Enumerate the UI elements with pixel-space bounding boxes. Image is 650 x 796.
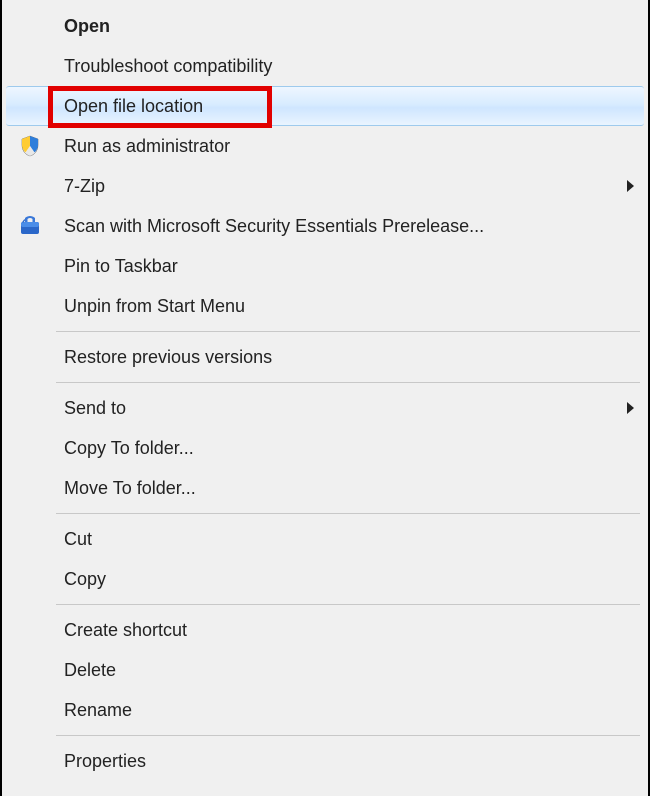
- context-menu: Open Troubleshoot compatibility Open fil…: [0, 0, 650, 796]
- menu-item-label: Run as administrator: [64, 136, 230, 157]
- menu-item-label: Scan with Microsoft Security Essentials …: [64, 216, 484, 237]
- menu-item-restore-previous-versions[interactable]: Restore previous versions: [2, 337, 648, 377]
- menu-item-create-shortcut[interactable]: Create shortcut: [2, 610, 648, 650]
- chevron-right-icon: [627, 180, 634, 192]
- shield-icon: [16, 132, 44, 160]
- menu-item-cut[interactable]: Cut: [2, 519, 648, 559]
- menu-item-label: Open file location: [64, 96, 203, 117]
- menu-item-label: Open: [64, 16, 110, 37]
- mse-icon: [16, 212, 44, 240]
- menu-item-pin-to-taskbar[interactable]: Pin to Taskbar: [2, 246, 648, 286]
- menu-item-label: Rename: [64, 700, 132, 721]
- menu-item-unpin-start-menu[interactable]: Unpin from Start Menu: [2, 286, 648, 326]
- menu-separator: [56, 382, 640, 383]
- menu-item-open[interactable]: Open: [2, 6, 648, 46]
- menu-item-label: Copy: [64, 569, 106, 590]
- chevron-right-icon: [627, 402, 634, 414]
- menu-item-troubleshoot-compatibility[interactable]: Troubleshoot compatibility: [2, 46, 648, 86]
- menu-item-copy-to-folder[interactable]: Copy To folder...: [2, 428, 648, 468]
- menu-item-label: Create shortcut: [64, 620, 187, 641]
- menu-item-label: Send to: [64, 398, 126, 419]
- menu-item-label: Restore previous versions: [64, 347, 272, 368]
- menu-item-label: 7-Zip: [64, 176, 105, 197]
- menu-item-label: Cut: [64, 529, 92, 550]
- menu-item-label: Pin to Taskbar: [64, 256, 178, 277]
- menu-item-7zip[interactable]: 7-Zip: [2, 166, 648, 206]
- menu-item-label: Copy To folder...: [64, 438, 194, 459]
- menu-item-scan-mse[interactable]: Scan with Microsoft Security Essentials …: [2, 206, 648, 246]
- menu-item-label: Properties: [64, 751, 146, 772]
- menu-separator: [56, 513, 640, 514]
- menu-item-label: Unpin from Start Menu: [64, 296, 245, 317]
- menu-item-copy[interactable]: Copy: [2, 559, 648, 599]
- menu-item-move-to-folder[interactable]: Move To folder...: [2, 468, 648, 508]
- menu-item-send-to[interactable]: Send to: [2, 388, 648, 428]
- menu-item-run-as-administrator[interactable]: Run as administrator: [2, 126, 648, 166]
- menu-item-open-file-location[interactable]: Open file location: [6, 86, 644, 126]
- menu-item-label: Delete: [64, 660, 116, 681]
- menu-separator: [56, 735, 640, 736]
- menu-item-delete[interactable]: Delete: [2, 650, 648, 690]
- menu-item-rename[interactable]: Rename: [2, 690, 648, 730]
- menu-item-label: Troubleshoot compatibility: [64, 56, 272, 77]
- menu-item-label: Move To folder...: [64, 478, 196, 499]
- menu-separator: [56, 604, 640, 605]
- menu-separator: [56, 331, 640, 332]
- menu-item-properties[interactable]: Properties: [2, 741, 648, 781]
